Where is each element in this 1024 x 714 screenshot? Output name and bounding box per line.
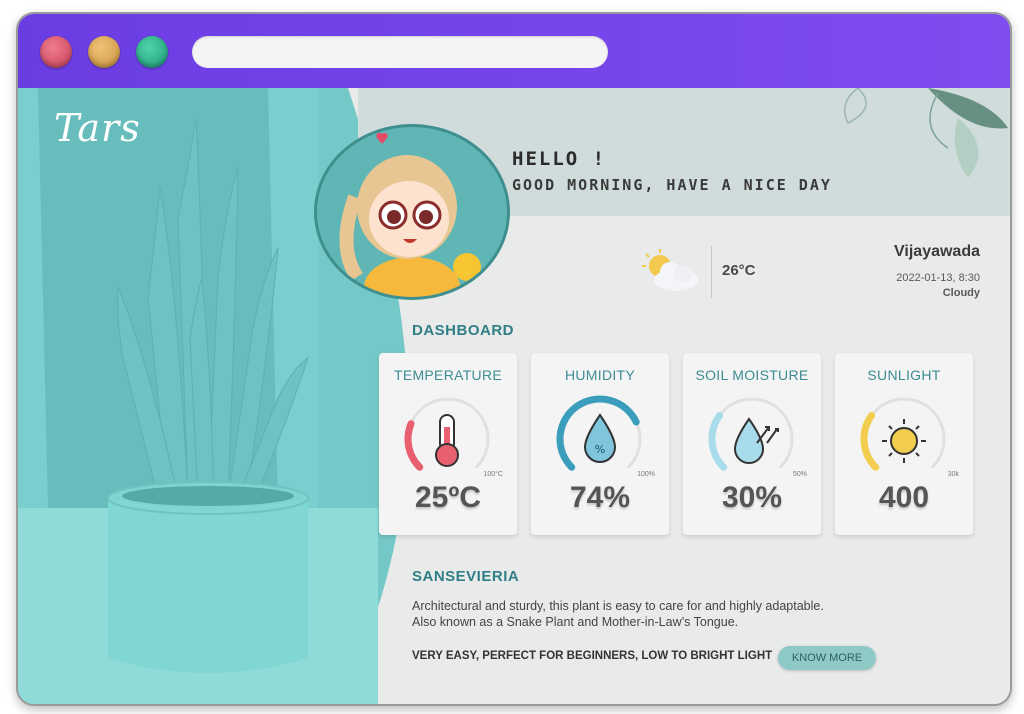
soil-moisture-value: 30% <box>721 481 783 514</box>
soil-moisture-card[interactable]: SOIL MOISTURE 50% 30% <box>683 353 821 535</box>
leaves-decoration <box>843 88 1008 178</box>
address-bar[interactable] <box>192 36 608 68</box>
sunlight-value: 400 <box>878 481 930 514</box>
card-title: SOIL MOISTURE <box>695 367 809 383</box>
soil-moisture-icon <box>733 417 779 464</box>
humidity-gauge: % <box>556 395 642 471</box>
greeting-title: HELLO ! <box>512 148 607 170</box>
plant-name: SANSEVIERIA <box>412 568 520 585</box>
plant-care-tags: VERY EASY, PERFECT FOR BEGINNERS, LOW TO… <box>412 650 773 662</box>
browser-window: Tars HELLO ! GOOD MORNING, HAVE A NICE D… <box>16 12 1012 706</box>
gauge-max-label: 50% <box>792 471 807 478</box>
plant-description: Architectural and sturdy, this plant is … <box>412 598 912 630</box>
sun-icon <box>882 419 926 463</box>
gauge-max-label: 100% <box>637 471 655 478</box>
sunlight-card[interactable]: SUNLIGHT 30k 400 <box>835 353 973 535</box>
partly-cloudy-icon <box>642 249 698 291</box>
maximize-window-button[interactable] <box>136 36 168 68</box>
snake-plant-illustration <box>107 117 309 673</box>
water-drop-percent-icon: % <box>583 413 617 463</box>
card-title: HUMIDITY <box>564 367 636 383</box>
greeting-subtitle: GOOD MORNING, HAVE A NICE DAY <box>512 176 832 194</box>
sunlight-gauge <box>860 397 946 471</box>
card-title: SUNLIGHT <box>867 367 941 383</box>
gauge-fill <box>708 411 728 471</box>
thermometer-icon <box>435 414 459 467</box>
temperature-card[interactable]: TEMPERATURE 100°C 25ºC <box>379 353 517 535</box>
plant-description-line: Architectural and sturdy, this plant is … <box>412 599 824 613</box>
dashboard-heading: DASHBOARD <box>412 322 514 339</box>
svg-text:%: % <box>595 443 605 456</box>
weather-city: Vijayawada <box>894 243 980 260</box>
gauge-fill <box>860 411 880 471</box>
soil-moisture-gauge <box>708 397 794 471</box>
humidity-value: 74% <box>569 481 631 514</box>
humidity-card[interactable]: HUMIDITY % 100% 74% <box>531 353 669 535</box>
cartoon-girl-avatar <box>339 132 481 297</box>
temperature-gauge <box>404 397 490 471</box>
gauge-max-label: 100°C <box>483 471 503 478</box>
weather-condition: Cloudy <box>942 287 980 299</box>
minimize-window-button[interactable] <box>88 36 120 68</box>
gauge-fill <box>404 420 424 471</box>
dashboard-page: Tars HELLO ! GOOD MORNING, HAVE A NICE D… <box>18 88 1010 704</box>
card-title: TEMPERATURE <box>393 367 503 383</box>
title-bar <box>18 14 1010 88</box>
weather-temperature: 26°C <box>722 262 756 279</box>
temperature-value: 25ºC <box>415 481 481 514</box>
know-more-button[interactable]: KNOW MORE <box>778 646 876 670</box>
user-avatar[interactable] <box>314 124 510 300</box>
weather-divider <box>711 246 712 298</box>
weather-datetime: 2022-01-13, 8:30 <box>896 272 980 284</box>
plant-description-line: Also known as a Snake Plant and Mother-i… <box>412 615 739 629</box>
gauge-max-label: 30k <box>947 471 959 478</box>
close-window-button[interactable] <box>40 36 72 68</box>
